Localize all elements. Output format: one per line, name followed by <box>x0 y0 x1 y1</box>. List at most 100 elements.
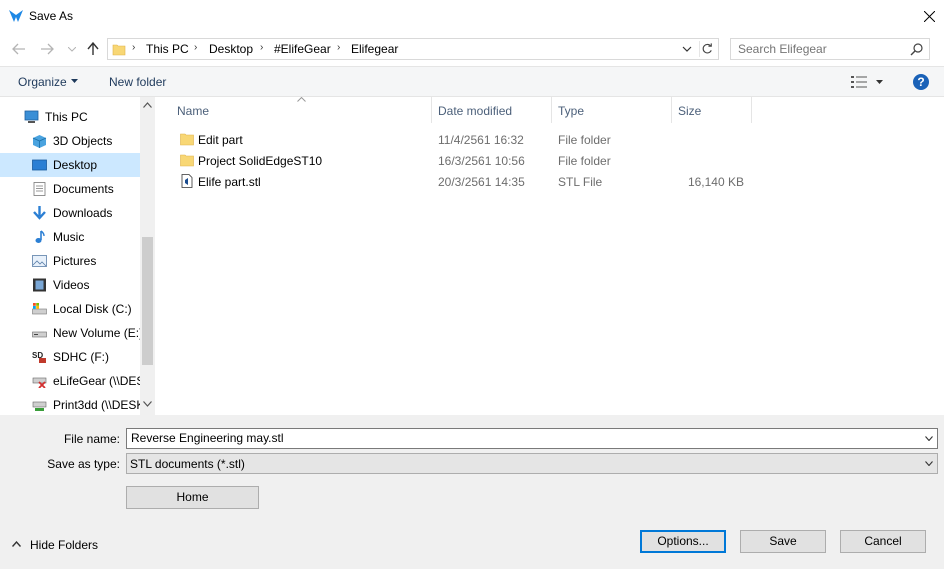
sidebar-item-3d-objects[interactable]: 3D Objects <box>0 129 140 153</box>
close-button[interactable] <box>914 0 944 32</box>
file-name: Project SolidEdgeST10 <box>198 154 323 168</box>
sidebar-item-desktop[interactable]: Desktop <box>0 153 140 177</box>
breadcrumb-separator-icon: › <box>132 42 136 53</box>
refresh-icon[interactable] <box>699 41 715 57</box>
cancel-button[interactable]: Cancel <box>840 530 926 553</box>
sidebar-item-elifegear-network[interactable]: eLifeGear (\\DES <box>0 369 144 393</box>
breadcrumb-separator-icon: › <box>194 42 198 53</box>
view-options-icon[interactable] <box>851 76 867 88</box>
file-size: 16,140 KB <box>687 175 744 189</box>
chevron-down-icon[interactable] <box>925 436 933 441</box>
scrollbar-thumb[interactable] <box>142 237 153 365</box>
sidebar-item-label: Desktop <box>53 158 98 172</box>
home-button[interactable]: Home <box>126 486 259 509</box>
drive-icon <box>32 331 47 338</box>
savetype-select[interactable]: STL documents (*.stl) <box>126 453 938 474</box>
column-header-name[interactable]: Name <box>171 97 432 123</box>
sidebar-item-this-pc[interactable]: This PC <box>0 105 140 129</box>
file-type: File folder <box>558 154 611 168</box>
file-row[interactable]: Elife part.stl 20/3/2561 14:35 STL File … <box>175 171 755 192</box>
navigation-pane-scrollbar[interactable] <box>140 97 155 415</box>
chevron-down-icon[interactable] <box>680 42 694 56</box>
sidebar-item-pictures[interactable]: Pictures <box>0 249 140 273</box>
computer-icon <box>24 110 39 123</box>
forward-arrow-icon <box>41 43 54 55</box>
folder-icon <box>180 133 194 146</box>
column-header-type[interactable]: Type <box>552 97 672 123</box>
sidebar-item-documents[interactable]: Documents <box>0 177 140 201</box>
up-arrow-icon <box>87 42 99 55</box>
chevron-down-icon <box>925 461 933 466</box>
sidebar-item-label: eLifeGear (\\DES <box>53 374 145 388</box>
network-drive-icon <box>32 401 47 411</box>
file-date: 11/4/2561 16:32 <box>438 133 524 147</box>
breadcrumb-elifegear[interactable]: Elifegear <box>351 42 398 56</box>
recent-locations-button[interactable] <box>64 41 80 57</box>
new-folder-button[interactable]: New folder <box>109 75 166 89</box>
sidebar-item-label: Videos <box>53 278 90 292</box>
command-bar: Organize New folder ? <box>0 66 944 97</box>
dropdown-triangle-icon[interactable] <box>876 80 883 84</box>
organize-menu[interactable]: Organize <box>18 75 67 89</box>
window-title: Save As <box>29 9 74 23</box>
search-input[interactable] <box>738 42 898 56</box>
pictures-icon <box>32 255 47 267</box>
filename-input[interactable] <box>131 431 911 445</box>
file-type: STL File <box>558 175 603 189</box>
documents-icon <box>33 182 46 196</box>
sidebar-item-sdhc[interactable]: SD SDHC (F:) <box>0 345 140 369</box>
up-button[interactable] <box>85 41 101 57</box>
column-header-date-modified[interactable]: Date modified <box>432 97 552 123</box>
folder-icon <box>180 154 194 167</box>
navigation-pane: This PC 3D Objects Desktop Documents Dow… <box>0 97 155 415</box>
column-header-size[interactable]: Size <box>672 97 752 123</box>
file-type: File folder <box>558 133 611 147</box>
desktop-icon <box>32 159 47 171</box>
filename-label: File name: <box>63 432 120 446</box>
save-button[interactable]: Save <box>740 530 826 553</box>
sidebar-item-music[interactable]: Music <box>0 225 140 249</box>
help-icon[interactable]: ? <box>913 74 929 90</box>
file-row[interactable]: Edit part 11/4/2561 16:32 File folder <box>175 129 755 150</box>
sidebar-item-label: Documents <box>53 182 114 196</box>
column-header-label: Size <box>678 104 702 118</box>
sidebar-item-local-disk[interactable]: Local Disk (C:) <box>0 297 140 321</box>
sd-card-icon: SD <box>32 351 46 363</box>
stl-file-icon <box>181 174 193 188</box>
file-name: Elife part.stl <box>198 175 261 189</box>
breadcrumb-elifegear-folder[interactable]: #ElifeGear <box>274 42 331 56</box>
breadcrumb-this-pc[interactable]: This PC <box>146 42 189 56</box>
back-arrow-icon <box>12 43 25 55</box>
videos-icon <box>33 278 46 292</box>
sidebar-item-print3dd-network[interactable]: Print3dd (\\DESK <box>0 393 144 415</box>
network-drive-disconnected-icon <box>32 377 47 388</box>
sidebar-item-videos[interactable]: Videos <box>0 273 140 297</box>
downloads-icon <box>33 206 46 220</box>
filename-field[interactable] <box>126 428 938 449</box>
column-header-label: Type <box>558 104 585 118</box>
scroll-up-icon[interactable] <box>143 102 152 108</box>
close-icon <box>923 10 935 22</box>
breadcrumb-desktop[interactable]: Desktop <box>209 42 253 56</box>
sidebar-item-label: This PC <box>45 110 88 124</box>
sidebar-item-label: SDHC (F:) <box>53 350 109 364</box>
sidebar-item-label: 3D Objects <box>53 134 113 148</box>
options-button[interactable]: Options... <box>640 530 726 553</box>
address-bar[interactable]: › This PC › Desktop › #ElifeGear › Elife… <box>107 38 719 60</box>
sidebar-item-downloads[interactable]: Downloads <box>0 201 140 225</box>
search-box[interactable] <box>730 38 930 60</box>
sidebar-item-new-volume[interactable]: New Volume (E:) <box>0 321 143 345</box>
file-row[interactable]: Project SolidEdgeST10 16/3/2561 10:56 Fi… <box>175 150 755 171</box>
forward-button[interactable] <box>39 41 55 57</box>
chevron-up-icon <box>12 541 21 547</box>
back-button[interactable] <box>11 41 27 57</box>
sidebar-item-label: Print3dd (\\DESK <box>53 398 145 412</box>
search-icon <box>910 43 923 56</box>
file-name: Edit part <box>198 133 243 147</box>
sidebar-item-label: Music <box>53 230 85 244</box>
file-list: Name Date modified Type Size Edit part 1… <box>155 97 944 415</box>
local-disk-icon <box>32 303 47 315</box>
file-date: 20/3/2561 14:35 <box>438 175 525 189</box>
dropdown-triangle-icon <box>71 79 78 83</box>
scroll-down-icon[interactable] <box>143 401 152 407</box>
